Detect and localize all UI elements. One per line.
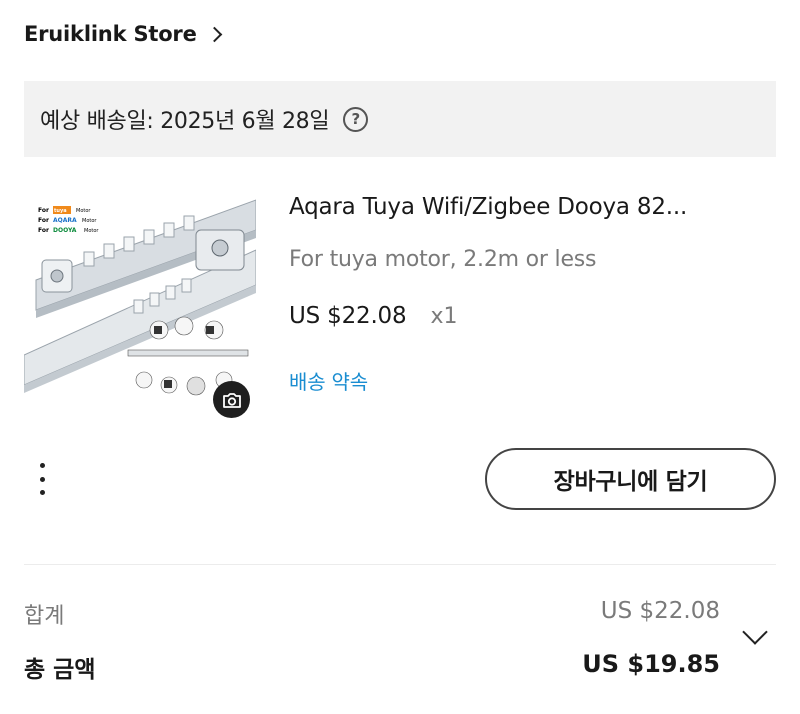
image-label-motor-1: Motor — [76, 208, 91, 214]
store-link[interactable]: Eruiklink Store — [24, 18, 222, 50]
camera-icon — [222, 392, 241, 408]
image-label-for-1: For — [38, 207, 49, 214]
image-label-tuya: tuya — [54, 208, 67, 214]
divider — [24, 564, 776, 565]
image-label-motor-3: Motor — [84, 228, 99, 234]
image-label-for-3: For — [38, 227, 49, 234]
product-price: US $22.08 — [289, 303, 407, 329]
help-circle-icon[interactable]: ? — [343, 106, 369, 132]
chevron-down-icon[interactable] — [742, 619, 768, 645]
more-dot — [39, 490, 45, 495]
add-to-cart-button[interactable]: 장바구니에 담기 — [485, 448, 776, 510]
price-row: US $22.08 x1 — [289, 303, 457, 329]
image-label-for-2: For — [38, 217, 49, 224]
product-title[interactable]: Aqara Tuya Wifi/Zigbee Dooya 82... — [289, 194, 759, 220]
subtotal-label: 합계 — [24, 604, 65, 629]
delivery-promise-link[interactable]: 배송 약속 — [289, 366, 368, 395]
store-name: Eruiklink Store — [24, 22, 197, 46]
product-image-illustration: For tuya Motor For AQARA Motor For DOOYA… — [24, 199, 256, 396]
delivery-estimate-text: 예상 배송일: 2025년 6월 28일 — [40, 109, 330, 134]
more-vertical-icon[interactable] — [30, 460, 54, 498]
total-label: 총 금액 — [24, 657, 96, 683]
image-label-aqara: AQARA — [53, 217, 77, 224]
image-label-motor-2: Motor — [82, 218, 97, 224]
total-value: US $19.85 — [582, 650, 720, 678]
more-dot — [39, 476, 45, 482]
image-search-button[interactable] — [213, 381, 250, 418]
product-quantity: x1 — [430, 304, 458, 329]
product-image[interactable]: For tuya Motor For AQARA Motor For DOOYA… — [24, 190, 256, 416]
subtotal-value: US $22.08 — [600, 598, 720, 624]
chevron-right-icon — [206, 26, 222, 42]
product-variant[interactable]: For tuya motor, 2.2m or less — [289, 247, 597, 272]
delivery-estimate-banner: 예상 배송일: 2025년 6월 28일 ? — [24, 81, 776, 157]
image-label-dooya: DOOYA — [53, 227, 77, 234]
more-dot — [39, 463, 45, 468]
